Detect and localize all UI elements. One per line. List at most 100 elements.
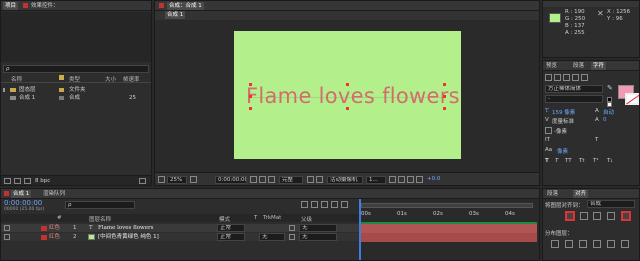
play-icon[interactable] bbox=[563, 74, 570, 81]
interpret-footage-icon[interactable] bbox=[4, 178, 11, 184]
region-of-interest-icon[interactable] bbox=[307, 176, 314, 183]
align-top-button[interactable] bbox=[607, 212, 615, 220]
align-to-select[interactable]: 合成 bbox=[587, 200, 635, 208]
comp-mini-flowchart-icon[interactable] bbox=[301, 201, 308, 208]
bbox-handle[interactable] bbox=[443, 95, 446, 98]
align-hcenter-button[interactable] bbox=[580, 212, 588, 220]
bbox-handle[interactable] bbox=[443, 107, 446, 110]
superscript-button[interactable]: T¹ bbox=[593, 158, 599, 164]
font-style-select[interactable]: - bbox=[545, 95, 603, 103]
new-composition-icon[interactable] bbox=[24, 178, 31, 184]
layer-bar[interactable] bbox=[359, 224, 537, 233]
transparency-grid-icon[interactable] bbox=[316, 176, 323, 183]
bbox-handle[interactable] bbox=[249, 95, 252, 98]
timeline-search-input[interactable]: ρ bbox=[65, 201, 135, 209]
layer-trkmat-select[interactable]: 无 bbox=[259, 233, 285, 241]
project-search-input[interactable]: ρ bbox=[3, 65, 149, 73]
stroke-color-swatch[interactable] bbox=[625, 93, 639, 105]
exposure-value[interactable]: +0.0 bbox=[427, 176, 440, 182]
distribute-hcenter-button[interactable] bbox=[607, 240, 615, 248]
playhead[interactable] bbox=[359, 199, 361, 260]
distribute-left-button[interactable] bbox=[593, 240, 601, 248]
align-vcenter-button[interactable] bbox=[621, 211, 631, 221]
align-left-button[interactable] bbox=[565, 211, 575, 221]
label-color-icon[interactable] bbox=[41, 226, 47, 231]
comp-viewer[interactable]: Flame loves flowers bbox=[155, 20, 539, 172]
frame-blending-icon[interactable] bbox=[331, 201, 338, 208]
tab-preview[interactable]: 预览 bbox=[544, 62, 559, 70]
layer-parent-select[interactable]: 无 bbox=[299, 233, 337, 241]
bbox-handle[interactable] bbox=[346, 107, 349, 110]
tab-timeline-comp[interactable]: 合成 1 bbox=[11, 190, 32, 198]
visibility-eye-icon[interactable] bbox=[4, 225, 10, 231]
label-color-icon[interactable] bbox=[41, 235, 47, 240]
distribute-right-button[interactable] bbox=[621, 240, 629, 248]
shy-layers-icon[interactable] bbox=[321, 201, 328, 208]
draft-3d-icon[interactable] bbox=[311, 201, 318, 208]
tracking-value[interactable]: 0 bbox=[603, 117, 607, 123]
trash-icon[interactable] bbox=[139, 178, 146, 184]
resolution-select[interactable]: 完整 bbox=[279, 176, 303, 184]
next-frame-icon[interactable] bbox=[572, 74, 579, 81]
safe-margins-icon[interactable] bbox=[190, 176, 197, 183]
timeline-track-area[interactable]: 00s 01s 02s 03s 04s bbox=[359, 199, 539, 260]
tab-align[interactable]: 对齐 bbox=[573, 190, 589, 198]
toggle-pixel-aspect-icon[interactable] bbox=[389, 176, 396, 183]
distribute-top-button[interactable] bbox=[551, 240, 559, 248]
work-area-bar[interactable] bbox=[361, 203, 533, 208]
tab-paragraph[interactable]: 段落 bbox=[571, 62, 586, 70]
prev-frame-icon[interactable] bbox=[554, 74, 561, 81]
bbox-handle[interactable] bbox=[346, 83, 349, 86]
motion-blur-icon[interactable] bbox=[341, 201, 348, 208]
layer-name[interactable]: Flame loves flowers bbox=[98, 224, 153, 232]
list-item[interactable]: 固态层 文件夹 bbox=[1, 86, 151, 94]
baseline-shift-unit[interactable]: 像素 bbox=[557, 147, 568, 155]
bit-depth-label[interactable]: 8 bpc bbox=[35, 178, 50, 184]
comp-canvas[interactable]: Flame loves flowers bbox=[234, 31, 461, 159]
font-size-value[interactable]: 159 像素 bbox=[552, 108, 575, 116]
col-trkmat[interactable]: TrkMat bbox=[263, 215, 281, 221]
lock-icon[interactable] bbox=[4, 191, 9, 196]
layer-mode-select[interactable]: 正常 bbox=[217, 233, 245, 241]
stroke-width-value[interactable]: -像素 bbox=[554, 127, 567, 135]
list-item[interactable]: 合成 1 合成 25 bbox=[1, 94, 151, 102]
layer-name[interactable]: [中间色青黄绿色 纯色 1] bbox=[98, 233, 159, 241]
layer-bar[interactable] bbox=[359, 233, 537, 242]
layer-row[interactable]: 红色 2 [中间色青黄绿色 纯色 1] 正常 无 无 bbox=[1, 233, 359, 241]
faux-bold-button[interactable]: T bbox=[545, 158, 549, 164]
show-channel-icon[interactable] bbox=[268, 176, 275, 183]
leading-value[interactable]: 自动 bbox=[603, 108, 614, 116]
first-frame-icon[interactable] bbox=[545, 74, 552, 81]
visibility-eye-icon[interactable] bbox=[4, 234, 10, 240]
bbox-handle[interactable] bbox=[249, 107, 252, 110]
fast-preview-icon[interactable] bbox=[398, 176, 405, 183]
tab-character[interactable]: 字符 bbox=[591, 62, 607, 70]
camera-select[interactable]: 活动摄像机 bbox=[327, 176, 363, 184]
comp-timecode-field[interactable]: 0:00:00:00 bbox=[215, 176, 247, 184]
tab-comp-1[interactable]: 合成 1 bbox=[165, 11, 186, 19]
tab-effect-controls[interactable]: 效果控件： bbox=[29, 2, 61, 10]
last-frame-icon[interactable] bbox=[581, 74, 588, 81]
tab-composition[interactable]: 合成：合成 1 bbox=[167, 2, 204, 10]
layer-mode-select[interactable]: 正常 bbox=[217, 224, 245, 232]
timeline-timecode[interactable]: 0:00:00:00 bbox=[4, 199, 42, 207]
bbox-handle[interactable] bbox=[249, 83, 252, 86]
subscript-button[interactable]: T₁ bbox=[607, 158, 613, 164]
layer-parent-select[interactable]: 无 bbox=[299, 224, 337, 232]
show-snapshot-icon[interactable] bbox=[259, 176, 266, 183]
snapshot-icon[interactable] bbox=[250, 176, 257, 183]
small-caps-button[interactable]: Tt bbox=[579, 158, 585, 164]
distribute-bottom-button[interactable] bbox=[579, 240, 587, 248]
expand-arrow-icon[interactable] bbox=[3, 88, 7, 92]
layer-row[interactable]: 红色 1 T Flame loves flowers 正常 无 bbox=[1, 224, 359, 232]
distribute-vcenter-button[interactable] bbox=[565, 240, 573, 248]
faux-italic-button[interactable]: T bbox=[555, 158, 558, 164]
col-parent[interactable]: 父级 bbox=[301, 215, 312, 223]
views-select[interactable]: 1... bbox=[366, 176, 386, 184]
white-swatch[interactable] bbox=[607, 102, 612, 107]
pickwhip-icon[interactable] bbox=[289, 234, 295, 240]
always-preview-icon[interactable] bbox=[158, 176, 165, 183]
col-t[interactable]: T bbox=[254, 215, 257, 221]
pickwhip-icon[interactable] bbox=[289, 225, 295, 231]
kerning-value[interactable]: 度量标准 bbox=[552, 117, 574, 125]
